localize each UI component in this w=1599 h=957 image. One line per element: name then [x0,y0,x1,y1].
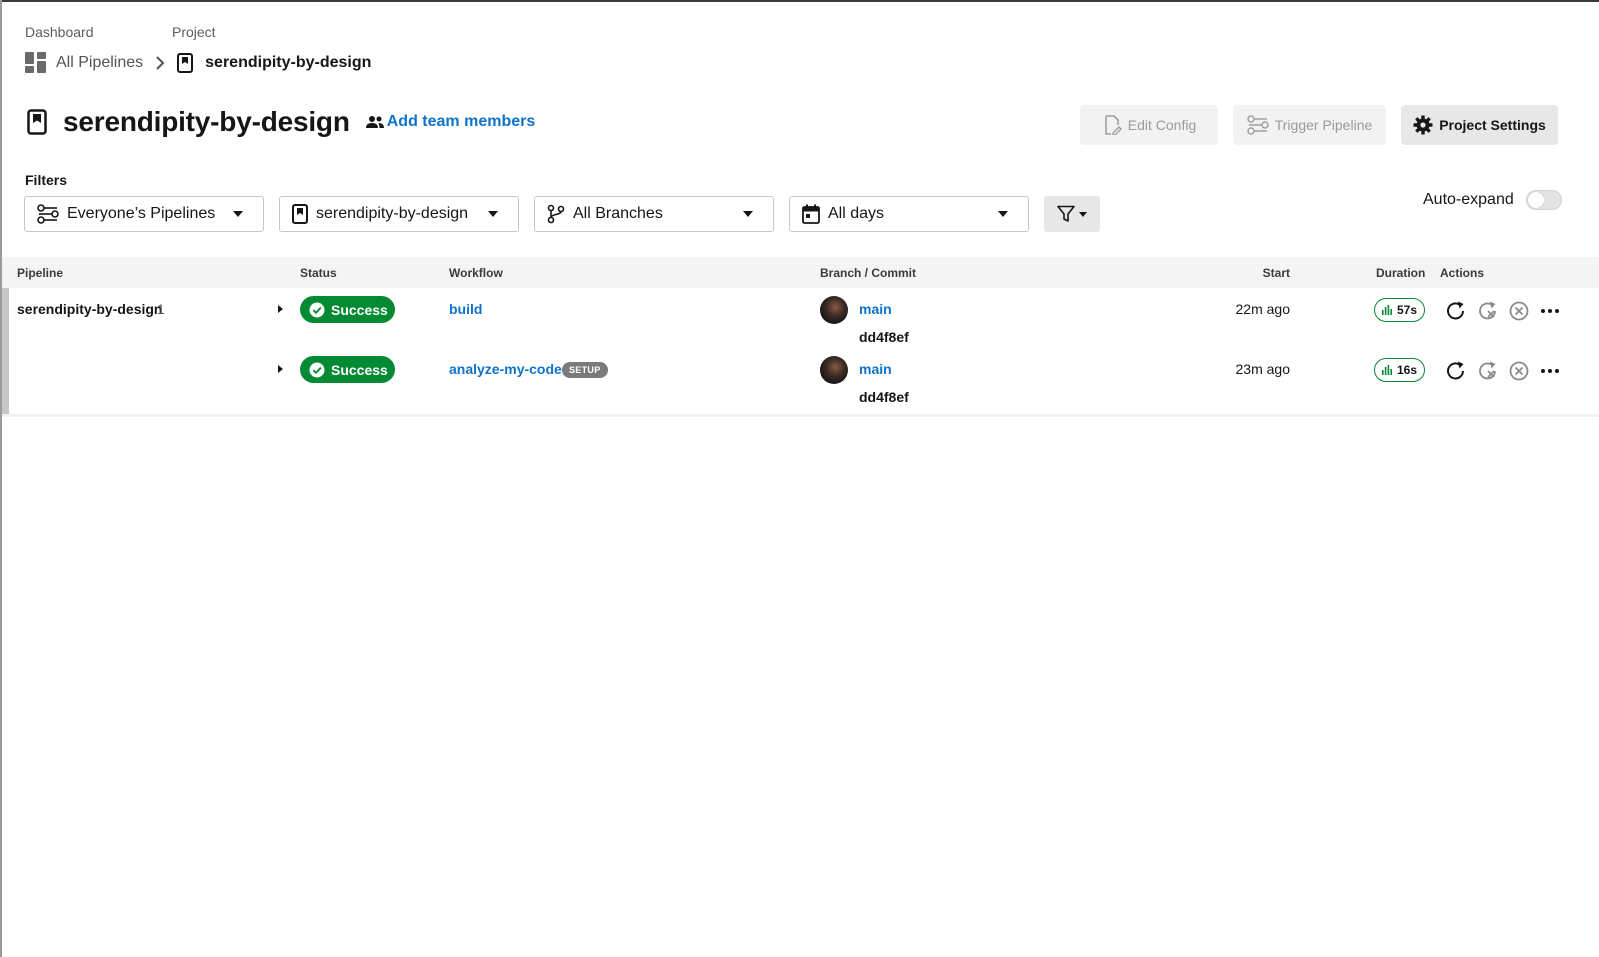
add-team-members-label: Add team members [386,113,536,130]
workflow-link[interactable]: build [449,301,482,317]
more-icon[interactable] [1539,300,1561,322]
breadcrumb-all-pipelines[interactable]: All Pipelines [56,54,143,72]
commit-hash[interactable]: dd4f8ef [859,329,909,345]
rerun-failed-icon[interactable] [1477,300,1499,322]
column-header-duration: Duration [1376,266,1426,280]
pipelines-filter-value: Everyone’s Pipelines [67,205,216,222]
caret-down-icon [1079,211,1087,217]
breadcrumb-project-name[interactable]: serendipity-by-design [205,54,371,72]
people-icon [365,116,384,128]
status-badge[interactable]: Success [300,296,395,323]
branches-filter-value: All Branches [573,205,663,222]
pipeline-number[interactable]: 1 [157,301,165,317]
window-frame-top [0,0,1599,2]
bar-chart-icon [1381,305,1392,315]
dashboard-icon [25,52,46,73]
breadcrumb: All Pipelines serendipity-by-design [25,52,371,74]
status-label: Success [331,301,388,318]
avatar[interactable] [820,356,848,384]
cancel-icon[interactable] [1508,300,1530,322]
pipelines-filter-dropdown[interactable]: Everyone’s Pipelines [24,196,264,232]
rerun-icon[interactable] [1445,360,1467,382]
duration-badge[interactable]: 16s [1374,358,1425,382]
rerun-failed-icon[interactable] [1477,360,1499,382]
column-header-pipeline: Pipeline [17,266,64,280]
auto-expand-toggle[interactable] [1525,190,1562,210]
project-bookmark-icon [27,109,47,135]
check-circle-icon [309,362,325,377]
column-header-workflow: Workflow [449,266,503,280]
avatar[interactable] [820,296,848,324]
advanced-filter-button[interactable] [1044,196,1100,232]
filters-label: Filters [25,172,68,188]
column-header-start: Start [1262,266,1290,280]
start-time: 23m ago [1235,361,1290,377]
page-title: serendipity-by-design [63,106,350,137]
project-settings-label: Project Settings [1439,117,1546,133]
column-header-actions: Actions [1440,266,1485,280]
caret-down-icon [998,211,1008,217]
project-filter-value: serendipity-by-design [316,205,469,222]
column-header-branch-commit: Branch / Commit [820,266,917,280]
more-icon[interactable] [1539,360,1561,382]
setup-badge: SETUP [562,362,608,378]
duration-value: 16s [1396,363,1418,377]
auto-expand-control: Auto-expand [1423,190,1562,210]
edit-config-button[interactable]: Edit Config [1080,105,1218,145]
expand-row-icon[interactable] [278,365,283,373]
caret-down-icon [488,211,498,217]
window-frame-left [0,0,2,957]
trigger-pipeline-label: Trigger Pipeline [1274,117,1373,133]
trigger-pipeline-button[interactable]: Trigger Pipeline [1233,105,1386,145]
file-edit-icon [1104,115,1122,135]
gear-icon [1413,115,1433,135]
pipeline-group: serendipity-by-design 1 Success build ma… [2,288,1599,414]
breadcrumb-dashboard-label: Dashboard [25,24,94,40]
calendar-icon [802,204,820,224]
status-label: Success [331,361,388,378]
project-settings-button[interactable]: Project Settings [1401,105,1558,145]
expand-row-icon[interactable] [278,305,283,313]
project-filter-dropdown[interactable]: serendipity-by-design [279,196,519,232]
bookmark-icon [177,53,194,73]
add-team-members-link[interactable]: Add team members [365,113,536,131]
duration-badge[interactable]: 57s [1374,298,1425,322]
caret-down-icon [233,211,243,217]
days-filter-dropdown[interactable]: All days [789,196,1029,232]
bookmark-icon [292,204,308,224]
branch-link[interactable]: main [859,301,892,317]
filter-icon [1057,205,1075,222]
workflow-link[interactable]: analyze-my-code [449,361,562,377]
caret-down-icon [743,211,753,217]
chevron-right-icon [156,56,165,70]
breadcrumb-project-label: Project [172,24,216,40]
page-header: serendipity-by-design Add team members [27,106,535,138]
days-filter-value: All days [828,205,885,222]
rerun-icon[interactable] [1445,300,1467,322]
pipeline-icon [1246,115,1269,135]
pipeline-name[interactable]: serendipity-by-design [17,301,162,317]
edit-config-label: Edit Config [1127,117,1197,133]
branches-filter-dropdown[interactable]: All Branches [534,196,774,232]
cancel-icon[interactable] [1508,360,1530,382]
table-header: Pipeline Status Workflow Branch / Commit… [2,257,1599,288]
check-circle-icon [309,302,325,317]
status-badge[interactable]: Success [300,356,395,383]
column-header-status: Status [300,266,337,280]
auto-expand-label: Auto-expand [1423,191,1514,208]
branch-link[interactable]: main [859,361,892,377]
pipeline-group-bar [2,288,9,414]
commit-hash[interactable]: dd4f8ef [859,389,909,405]
duration-value: 57s [1396,303,1418,317]
bar-chart-icon [1381,365,1392,375]
git-branch-icon [547,204,565,224]
pipeline-icon [37,204,59,224]
table-bottom-border [2,414,1599,417]
start-time: 22m ago [1235,301,1290,317]
